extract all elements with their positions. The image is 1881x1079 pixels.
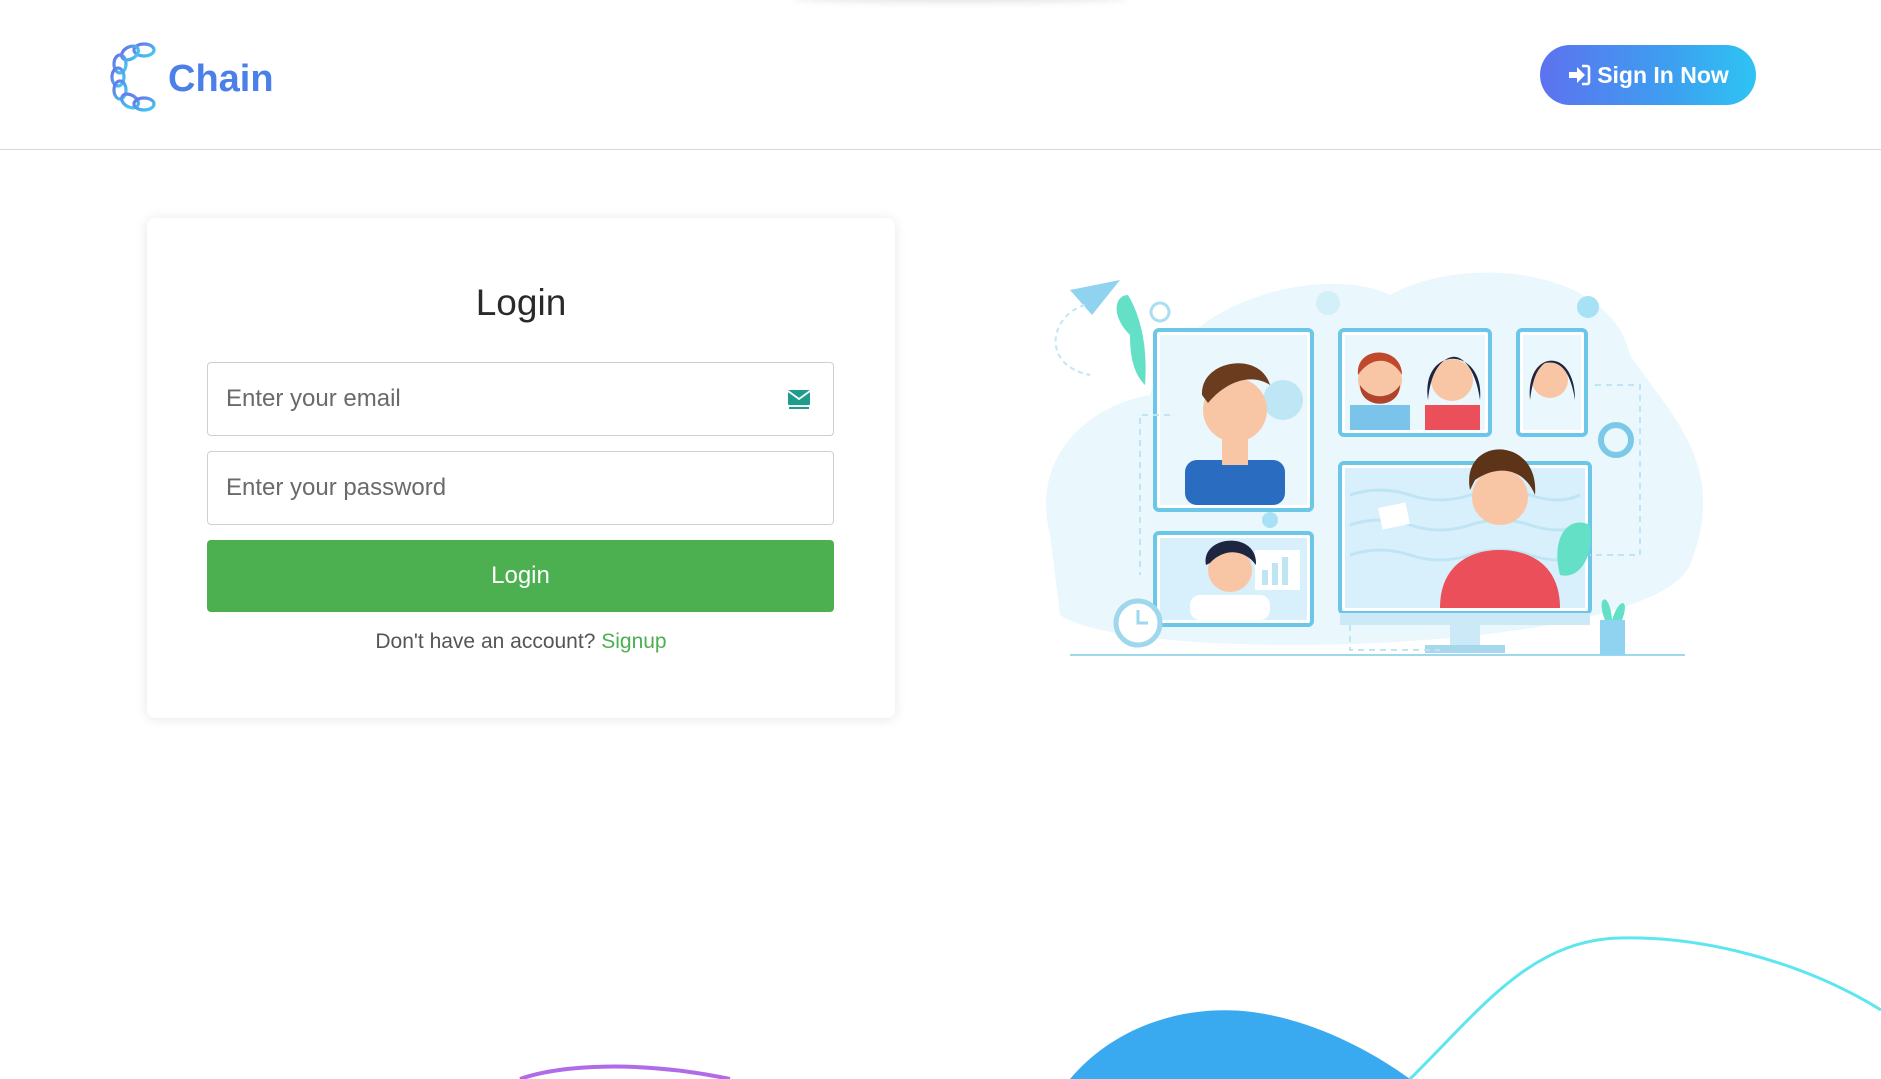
site-header: Chain Sign In Now (0, 0, 1881, 150)
login-card: Login Login Don't have an account? Signu… (147, 218, 895, 718)
chain-logo-icon (110, 42, 156, 112)
email-field-wrapper (207, 362, 834, 436)
sign-in-label: Sign In Now (1597, 61, 1729, 88)
login-button[interactable]: Login (207, 540, 834, 612)
email-input[interactable] (208, 363, 833, 435)
video-conference-illustration (1046, 272, 1704, 656)
sign-in-icon (1569, 64, 1591, 86)
signup-prompt: Don't have an account? (375, 630, 596, 653)
password-input[interactable] (208, 452, 833, 524)
decorative-waves (519, 936, 1881, 1079)
password-field-wrapper (207, 451, 834, 525)
mail-icon (787, 390, 811, 409)
signup-row: Don't have an account? Signup (147, 630, 895, 654)
signup-link[interactable]: Signup (601, 630, 666, 653)
logo-text: Chain (168, 57, 274, 100)
brand-logo[interactable]: Chain (108, 40, 274, 114)
sign-in-now-button[interactable]: Sign In Now (1540, 45, 1756, 105)
login-title: Login (475, 282, 567, 323)
